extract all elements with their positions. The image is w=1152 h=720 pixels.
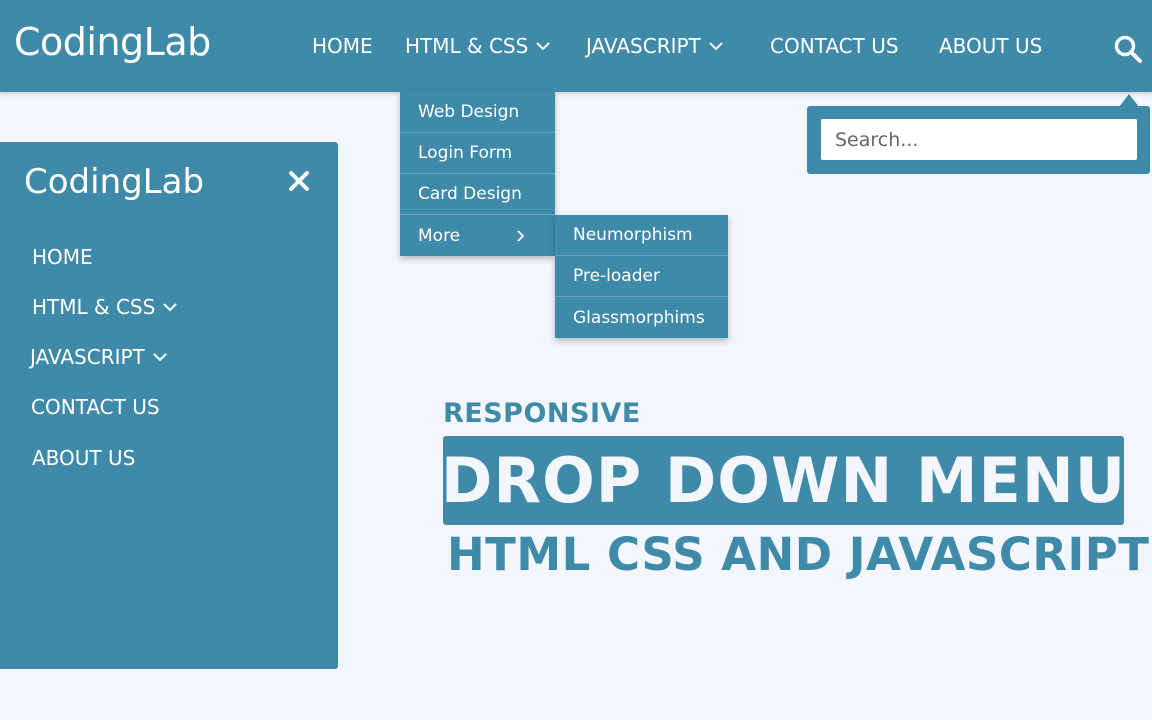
top-navbar: CodingLab HOME HTML & CSS JAVASCRIPT CON… [0,0,1152,92]
dropdown-item-more[interactable]: More [400,215,555,256]
hero-kicker: RESPONSIVE [443,398,641,429]
nav-item-label: HTML & CSS [405,34,529,58]
more-submenu: Neumorphism Pre-loader Glassmorphims [555,215,728,338]
search-icon[interactable] [1113,34,1143,64]
sidebar-item-label: ABOUT US [32,446,136,470]
sidebar-logo[interactable]: CodingLab [24,162,204,202]
page: CodingLab HOME HTML & CSS JAVASCRIPT CON… [0,0,1152,720]
nav-item-about-us[interactable]: ABOUT US [939,34,1042,58]
nav-item-label: CONTACT US [770,34,899,58]
close-icon[interactable] [287,169,311,193]
nav-item-home[interactable]: HOME [312,34,373,58]
dropdown-item-web-design[interactable]: Web Design [400,92,555,133]
submenu-item-pre-loader[interactable]: Pre-loader [555,256,728,297]
dropdown-item-login-form[interactable]: Login Form [400,133,555,174]
sidebar-item-label: JAVASCRIPT [30,345,145,369]
search-popover [807,106,1150,174]
sidebar-item-label: HOME [32,245,93,269]
chevron-down-icon [536,42,551,51]
sidebar-item-label: HTML & CSS [32,295,156,319]
chevron-down-icon [709,42,723,51]
dropdown-item-label: More [418,225,461,246]
search-input[interactable] [821,119,1137,160]
brand-logo[interactable]: CodingLab [14,20,211,64]
sidebar-item-label: CONTACT US [31,395,160,419]
sidebar: CodingLab HOME HTML & CSS JAVASCRIPT CON… [0,142,338,669]
nav-item-html-css[interactable]: HTML & CSS [405,34,551,58]
nav-item-label: JAVASCRIPT [586,34,701,58]
dropdown-item-label: Web Design [418,102,520,122]
sidebar-item-html-css[interactable]: HTML & CSS [32,295,178,319]
hero-banner: DROP DOWN MENU [440,436,1127,525]
html-css-dropdown: Web Design Login Form Card Design More [400,92,555,256]
chevron-down-icon [153,353,167,362]
sidebar-item-javascript[interactable]: JAVASCRIPT [30,345,167,369]
sidebar-item-contact-us[interactable]: CONTACT US [31,395,160,419]
nav-item-contact-us[interactable]: CONTACT US [770,34,899,58]
submenu-item-label: Neumorphism [573,225,693,245]
hero-subline: HTML CSS AND JAVASCRIPT [447,528,1150,581]
chevron-right-icon [517,230,525,242]
submenu-item-label: Glassmorphims [573,307,705,328]
sidebar-item-about-us[interactable]: ABOUT US [32,446,135,470]
nav-item-label: ABOUT US [939,34,1043,58]
dropdown-item-label: Login Form [418,143,513,163]
submenu-item-glassmorphims[interactable]: Glassmorphims [555,297,728,338]
nav-item-label: HOME [312,34,373,58]
sidebar-item-home[interactable]: HOME [32,245,93,269]
submenu-item-label: Pre-loader [573,266,660,286]
nav-item-javascript[interactable]: JAVASCRIPT [586,34,723,58]
hero-headline: DROP DOWN MENU [440,444,1127,517]
chevron-down-icon [163,303,178,312]
submenu-item-neumorphism[interactable]: Neumorphism [555,215,728,256]
dropdown-item-label: Card Design [418,184,522,204]
dropdown-item-card-design[interactable]: Card Design [400,174,555,215]
